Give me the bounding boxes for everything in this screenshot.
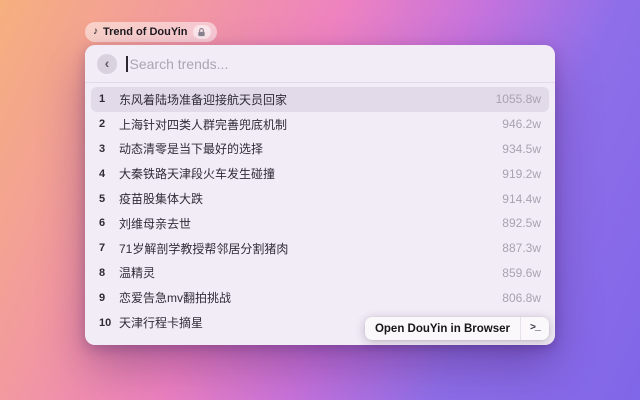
trend-title: 大秦铁路天津段火车发生碰撞 bbox=[119, 165, 275, 182]
trend-views: 946.2w bbox=[502, 117, 541, 131]
trend-title: 刘维母亲去世 bbox=[119, 215, 191, 232]
desktop-background: ♪ Trend of DouYin ‹ 1 东风着陆场准备迎接航天员回家 1055.… bbox=[0, 0, 640, 400]
trend-row[interactable]: 9 恋爱告急mv翻拍挑战 806.8w bbox=[91, 285, 549, 310]
trend-rank: 3 bbox=[99, 143, 115, 155]
trend-rank: 10 bbox=[99, 317, 115, 329]
text-cursor bbox=[126, 56, 128, 72]
trend-views: 887.3w bbox=[502, 241, 541, 255]
trend-title: 天津行程卡摘星 bbox=[119, 314, 203, 331]
back-button[interactable]: ‹ bbox=[97, 54, 117, 74]
trend-views: 806.8w bbox=[502, 291, 541, 305]
trend-views: 1055.8w bbox=[496, 92, 541, 106]
trend-rank: 7 bbox=[99, 242, 115, 254]
extension-pill-label: Trend of DouYin bbox=[103, 26, 188, 38]
trend-rank: 6 bbox=[99, 217, 115, 229]
trend-title: 温精灵 bbox=[119, 264, 155, 281]
trend-row[interactable]: 7 71岁解剖学教授帮邻居分割猪肉 887.3w bbox=[91, 236, 549, 261]
trend-title: 东风着陆场准备迎接航天员回家 bbox=[119, 91, 287, 108]
trend-row[interactable]: 8 温精灵 859.6w bbox=[91, 261, 549, 286]
trend-row[interactable]: 5 疫苗股集体大跌 914.4w bbox=[91, 186, 549, 211]
douyin-note-icon: ♪ bbox=[93, 27, 98, 37]
trend-rank: 2 bbox=[99, 118, 115, 130]
trend-rank: 4 bbox=[99, 168, 115, 180]
trend-row[interactable]: 2 上海针对四类人群完善兜底机制 946.2w bbox=[91, 112, 549, 137]
trend-title: 71岁解剖学教授帮邻居分割猪肉 bbox=[119, 240, 288, 257]
trend-rank: 5 bbox=[99, 193, 115, 205]
trend-list: 1东风着陆场准备迎接航天员回家1055.8w2上海针对四类人群完善兜底机制946… bbox=[85, 83, 555, 335]
trend-views: 914.4w bbox=[502, 192, 541, 206]
trends-window: ‹ 1 东风着陆场准备迎接航天员回家 1055.8w 2 上海针对四类人群完善兜底机制 9… bbox=[85, 45, 555, 345]
trend-row[interactable]: 6 刘维母亲去世 892.5w bbox=[91, 211, 549, 236]
trend-title: 恋爱告急mv翻拍挑战 bbox=[119, 289, 231, 306]
lock-icon bbox=[193, 25, 211, 39]
trend-views: 934.5w bbox=[502, 142, 541, 156]
search-bar: ‹ bbox=[85, 45, 555, 82]
trend-views: 859.6w bbox=[502, 266, 541, 280]
search-input[interactable] bbox=[130, 56, 544, 72]
action-label: Open DouYin in Browser bbox=[365, 323, 520, 335]
open-douyin-in-browser-button[interactable]: Open DouYin in Browser >_ bbox=[365, 317, 549, 340]
trend-row[interactable]: 1 东风着陆场准备迎接航天员回家 1055.8w bbox=[91, 87, 549, 112]
trend-rank: 8 bbox=[99, 267, 115, 279]
extension-pill[interactable]: ♪ Trend of DouYin bbox=[85, 22, 217, 42]
trend-row[interactable]: 4 大秦铁路天津段火车发生碰撞 919.2w bbox=[91, 161, 549, 186]
chevron-left-icon: ‹ bbox=[105, 56, 110, 70]
trend-views: 892.5w bbox=[502, 216, 541, 230]
trend-rank: 1 bbox=[99, 93, 115, 105]
trend-title: 疫苗股集体大跌 bbox=[119, 190, 203, 207]
trend-row[interactable]: 3 动态清零是当下最好的选择 934.5w bbox=[91, 137, 549, 162]
trend-views: 919.2w bbox=[502, 167, 541, 181]
trend-rank: 9 bbox=[99, 292, 115, 304]
trend-title: 上海针对四类人群完善兜底机制 bbox=[119, 116, 287, 133]
terminal-icon: >_ bbox=[521, 323, 549, 334]
trend-title: 动态清零是当下最好的选择 bbox=[119, 140, 263, 157]
